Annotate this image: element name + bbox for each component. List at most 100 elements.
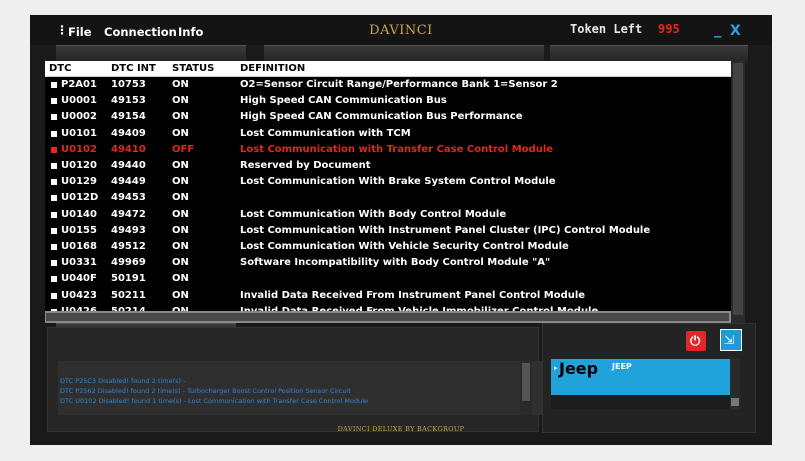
row-marker-icon (51, 82, 57, 88)
definition-cell: Lost Communication With Body Control Mod… (240, 208, 507, 220)
dtc-int-cell: 49969 (111, 257, 146, 269)
brand-name: JEEP (612, 362, 632, 371)
log-scroll-thumb[interactable] (522, 363, 530, 401)
dtc-int-cell: 50191 (111, 273, 146, 285)
dtc-cell: U0140 (61, 208, 97, 220)
table-row[interactable]: U040F 50191 ON (45, 271, 731, 287)
table-row[interactable]: U0140 49472 ON Lost Communication With Body… (45, 207, 731, 223)
dtc-cell: U040F (61, 273, 97, 285)
log-line: DTC P2562 Disabled! found 2 time(s) - Tu… (60, 387, 351, 395)
row-marker-icon (51, 276, 57, 283)
table-row[interactable]: U012D 49453 ON (45, 190, 731, 206)
status-cell: ON (172, 289, 189, 301)
row-marker-icon (51, 98, 57, 105)
table-vertical-scroll-thumb[interactable] (733, 63, 743, 315)
log-output: DTC P25C3 Disabled! found 2 time(s) - DT… (58, 361, 548, 415)
row-marker-icon (51, 211, 57, 218)
row-marker-icon (51, 163, 57, 169)
status-cell: ON (172, 176, 189, 188)
column-header-dtc-int[interactable]: DTC INT (111, 63, 156, 74)
dtc-int-cell: 49153 (111, 95, 146, 107)
status-cell: ON (172, 273, 189, 285)
status-cell: ON (172, 95, 189, 107)
row-marker-icon (51, 292, 57, 299)
table-row[interactable]: U0129 49449 ON Lost Communication With Brak… (45, 174, 731, 190)
row-marker-icon (51, 130, 57, 137)
dtc-cell: U0155 (61, 224, 97, 236)
dtc-cell: P2A01 (61, 79, 97, 90)
table-row[interactable]: U0423 50211 ON Invalid Data Received From I… (45, 288, 731, 304)
definition-cell: Lost Communication with TCM (240, 127, 411, 139)
row-marker-icon (51, 179, 57, 186)
token-label: Token Left (570, 22, 643, 36)
dtc-cell: U0102 (61, 143, 97, 155)
table-row[interactable]: U0155 49493 ON Lost Communication With Inst… (45, 223, 731, 239)
column-header-status[interactable]: STATUS (172, 63, 214, 74)
column-header-definition[interactable]: DEFINITION (240, 63, 305, 74)
status-cell: ON (172, 192, 189, 204)
table-header: DTC DTC INT STATUS DEFINITION (45, 61, 731, 77)
brand-list-scroll-arrow[interactable] (731, 398, 739, 406)
status-cell: ON (172, 160, 189, 171)
status-cell: ON (172, 224, 189, 236)
row-marker-icon (51, 244, 57, 250)
definition-cell: High Speed CAN Communication Bus Perform… (240, 111, 523, 123)
dtc-cell: U0129 (61, 176, 97, 188)
status-cell: ON (172, 111, 189, 123)
token-value: 995 (658, 22, 680, 36)
definition-cell: O2=Sensor Circuit Range/Performance Bank… (240, 79, 558, 90)
app-window: ⋮ File Connection Info DAVINCI Token Lef… (30, 15, 772, 445)
power-icon[interactable]: ⏻ (690, 334, 700, 349)
dtc-cell: U0101 (61, 127, 97, 139)
log-line: DTC P25C3 Disabled! found 2 time(s) - (60, 377, 186, 385)
dtc-int-cell: 49440 (111, 160, 146, 171)
dtc-table: DTC DTC INT STATUS DEFINITION P2A01 10753… (45, 61, 745, 323)
dtc-cell: U012D (61, 192, 99, 204)
definition-cell: Invalid Data Received From Instrument Pa… (240, 289, 586, 301)
row-marker-icon (51, 195, 57, 202)
dtc-cell: U0168 (61, 241, 97, 252)
status-cell: ON (172, 241, 189, 252)
row-marker-icon (51, 146, 57, 153)
log-line: DTC U0102 Disabled! found 1 time(s) - Lo… (60, 397, 369, 405)
dtc-cell: U0423 (61, 289, 97, 301)
expand-arrow-icon: ▸ (554, 364, 558, 372)
status-cell: ON (172, 127, 189, 139)
dtc-cell: U0001 (61, 95, 97, 107)
definition-cell: Lost Communication With Vehicle Security… (240, 241, 569, 252)
definition-cell: Lost Communication With Brake System Con… (240, 176, 556, 188)
table-row[interactable]: P2A01 10753 ON O2=Sensor Circuit Range/Perf… (45, 77, 731, 93)
connect-icon[interactable]: ⇲ (724, 333, 734, 347)
dtc-int-cell: 49410 (111, 143, 146, 155)
brand-list (551, 395, 730, 409)
definition-cell: Reserved by Document (240, 160, 371, 171)
dtc-int-cell: 49493 (111, 224, 146, 236)
status-cell: ON (172, 257, 189, 269)
dtc-int-cell: 49449 (111, 176, 146, 188)
dtc-int-cell: 49512 (111, 241, 146, 252)
table-row[interactable]: U0002 49154 ON High Speed CAN Communication… (45, 109, 731, 125)
definition-cell: Software Incompatibility with Body Contr… (240, 257, 551, 269)
table-row[interactable]: U0168 49512 ON Lost Communication With Vehi… (45, 239, 731, 255)
row-marker-icon (51, 260, 57, 267)
table-row[interactable]: U0331 49969 ON Software Incompatibility wit… (45, 255, 731, 271)
status-cell: ON (172, 79, 189, 90)
table-row[interactable]: U0001 49153 ON High Speed CAN Communication… (45, 93, 731, 109)
table-horizontal-scroll-thumb[interactable] (46, 313, 729, 321)
table-row[interactable]: U0120 49440 ON Reserved by Document (45, 158, 731, 174)
table-row[interactable]: U0102 49410 OFF Lost Communication with Tra… (45, 142, 731, 158)
jeep-logo: Jeep (559, 359, 599, 378)
dtc-int-cell: 49453 (111, 192, 146, 204)
dtc-cell: U0120 (61, 160, 97, 171)
column-header-dtc[interactable]: DTC (49, 63, 71, 74)
table-row[interactable]: U0101 49409 ON Lost Communication with TCM (45, 126, 731, 142)
dtc-cell: U0331 (61, 257, 97, 269)
dtc-int-cell: 50211 (111, 289, 146, 301)
dtc-int-cell: 49409 (111, 127, 146, 139)
close-button[interactable]: X (730, 23, 741, 39)
row-marker-icon (51, 227, 57, 234)
minimize-button[interactable]: _ (714, 20, 722, 38)
dtc-int-cell: 10753 (111, 79, 146, 90)
status-cell: ON (172, 208, 189, 220)
dtc-int-cell: 49154 (111, 111, 146, 123)
